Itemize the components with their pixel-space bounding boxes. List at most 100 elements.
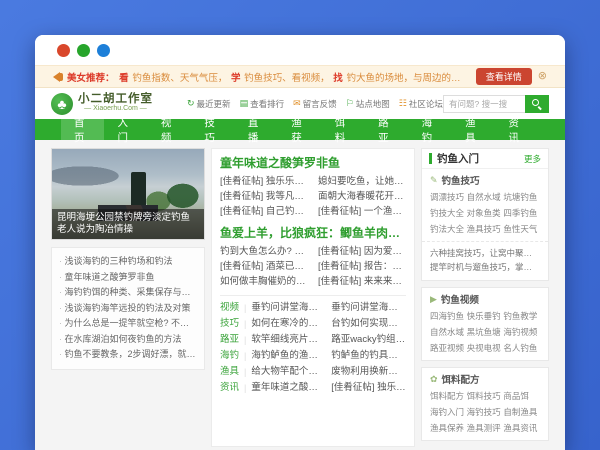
news-link[interactable]: [佳肴征帖] 报告：鱼出锅了... <box>318 259 406 274</box>
nav-item-news[interactable]: 资讯 <box>496 119 539 140</box>
headline-link[interactable]: 在水库湖泊如何夜钓鱼的方法 <box>59 332 197 348</box>
category-label[interactable]: 技巧 <box>220 316 239 332</box>
sidebar-link[interactable]: 对象鱼类 <box>467 207 504 219</box>
headline-link[interactable]: 海钓钓饵的种类、采集保存与水情的运用 <box>59 285 197 301</box>
category-link[interactable]: 给大物竿配个失手环! ... <box>251 364 326 380</box>
category-label[interactable]: 资讯 <box>220 380 239 396</box>
main-navigation: 首页 入门 视频 技巧 直播 渔获 饵料 路亚 海钓 渔具 资讯 <box>35 119 565 140</box>
search-button[interactable] <box>525 95 549 113</box>
sidebar-link[interactable]: 渔具保养 <box>430 422 467 434</box>
news-link[interactable]: [佳肴征帖] 我等凡人上人坑之... <box>220 189 308 204</box>
news-link[interactable]: [佳肴征帖] 自己钓的鱼，就... <box>220 204 308 219</box>
news-headline-1[interactable]: 童年味道之酸笋罗非鱼 <box>220 155 406 171</box>
nav-item-beginner[interactable]: 入门 <box>104 119 147 140</box>
promo-detail-button[interactable]: 查看详情 <box>476 68 532 85</box>
sidebar-link[interactable]: 渔具技巧 <box>467 223 504 235</box>
sidebar-link[interactable]: 自制渔具 <box>503 406 540 418</box>
headline-link[interactable]: 浅谈海钓的三种钓场和钓法 <box>59 254 197 270</box>
sidebar-link[interactable]: 海钓入门 <box>430 406 467 418</box>
category-link[interactable]: 钓鲈鱼的钓具装备选用... <box>331 348 406 364</box>
news-link[interactable]: [佳肴征帖] 来来来，喝完这... <box>318 274 406 289</box>
sidebar-link[interactable]: 黑坑鱼塘 <box>467 326 504 338</box>
sidebar-link[interactable]: 海钓视频 <box>503 326 540 338</box>
news-link[interactable]: 媳妇要吃鱼，让她尝尝新厨艺 <box>318 174 406 189</box>
nav-item-video[interactable]: 视频 <box>148 119 191 140</box>
sidebar-link[interactable]: 鱼性天气 <box>503 223 540 235</box>
headline-link[interactable]: 童年味道之酸笋罗非鱼 <box>59 270 197 286</box>
headline-list: 浅谈海钓的三种钓场和钓法 童年味道之酸笋罗非鱼 海钓钓饵的种类、采集保存与水情的… <box>51 247 205 370</box>
sidebar-link[interactable]: 自然水域 <box>467 191 504 203</box>
category-link[interactable]: 台钓如何实现调四钓二... <box>331 316 406 332</box>
news-link[interactable]: 面朝大海春暖花开，最爱家... <box>318 189 406 204</box>
window-close-button[interactable] <box>57 44 70 57</box>
category-label[interactable]: 海钓 <box>220 348 239 364</box>
sidebar-link[interactable]: 钓技大全 <box>430 207 467 219</box>
more-link[interactable]: 更多 <box>524 153 541 165</box>
sidebar-link[interactable]: 商品饵 <box>503 390 540 402</box>
hot-article-link[interactable]: 六种挂窝技巧，让窝中聚满鱼 <box>430 246 540 260</box>
headline-link[interactable]: 钓鱼不要教条，2步调好漂，就是这么简单 <box>59 347 197 363</box>
sidebar-link[interactable]: 自然水域 <box>430 326 467 338</box>
sidebar-link[interactable]: 四季钓鱼 <box>503 207 540 219</box>
category-link[interactable]: [佳肴征帖] 独乐乐不如... <box>331 380 406 396</box>
news-link[interactable]: [佳肴征帖] 因为爱，我为家... <box>318 244 406 259</box>
sidebar-link[interactable]: 名人钓鱼 <box>503 342 540 354</box>
sidebar-link[interactable]: 饵料技巧 <box>467 390 504 402</box>
header-link-feedback[interactable]: ✉留言反馈 <box>293 98 337 110</box>
nav-item-catch[interactable]: 渔获 <box>278 119 321 140</box>
category-link[interactable]: 软竿细线亮片拟饵路亚... <box>251 332 326 348</box>
sidebar-link[interactable]: 钓鱼教学 <box>503 310 540 322</box>
sidebar-link[interactable]: 渔具测评 <box>467 422 504 434</box>
nav-item-live[interactable]: 直播 <box>235 119 278 140</box>
category-link[interactable]: 垂钓问讲堂海霸王第四... <box>331 300 406 316</box>
category-link[interactable]: 垂钓问讲堂海霸王第五... <box>251 300 326 316</box>
category-link[interactable]: 海钓鲈鱼的渔具、饵料... <box>251 348 326 364</box>
nav-item-skills[interactable]: 技巧 <box>191 119 234 140</box>
category-link[interactable]: 废物利用换新生：小爆... <box>331 364 406 380</box>
category-label[interactable]: 路亚 <box>220 332 239 348</box>
nav-item-lure[interactable]: 路亚 <box>365 119 408 140</box>
sidebar-link[interactable]: 渔具资讯 <box>503 422 540 434</box>
news-link[interactable]: [佳肴征帖] 酒菜已备好，快... <box>220 259 308 274</box>
nav-item-bait[interactable]: 饵料 <box>322 119 365 140</box>
search-icon <box>532 99 539 106</box>
window-minimize-button[interactable] <box>77 44 90 57</box>
category-label[interactable]: 视频 <box>220 300 239 316</box>
sidebar-link[interactable]: 调漂技巧 <box>430 191 467 203</box>
category-link[interactable]: 如何在寒冷的冬天里钓... <box>251 316 326 332</box>
news-link[interactable]: [佳肴征帖] 独乐乐不如众乐乐 <box>220 174 308 189</box>
nav-item-tackle[interactable]: 渔具 <box>452 119 495 140</box>
sidebar-link[interactable]: 海钓技巧 <box>467 406 504 418</box>
sidebar-link[interactable]: 钓法大全 <box>430 223 467 235</box>
news-link[interactable]: [佳肴征帖] 一个渔翁一钓钩... <box>318 204 406 219</box>
sidebar-link[interactable]: 四海钓鱼 <box>430 310 467 322</box>
header-link-forum[interactable]: ☷社区论坛 <box>399 98 443 110</box>
sidebar-link[interactable]: 坑塘钓鱼 <box>503 191 540 203</box>
sidebar-box-video: ▶ 钓鱼视频 四海钓鱼 快乐垂钓 钓鱼教学 自然水域 黑坑鱼塘 海钓视频 路亚视… <box>421 287 549 361</box>
headline-link[interactable]: 为什么总是一提竿就空枪? 不一定是鱼猾 <box>59 316 197 332</box>
header-link-rankings[interactable]: ▤查看排行 <box>240 98 285 110</box>
news-link[interactable]: 钓到大鱼怎么办? 做个酸菜... <box>220 244 308 259</box>
headline-link[interactable]: 浅谈海钓海竿远投的钓法及对策 <box>59 301 197 317</box>
news-link[interactable]: 如何做丰胸催奶的鲫鱼红枣... <box>220 274 308 289</box>
sidebar-link[interactable]: 央视电视 <box>467 342 504 354</box>
hot-article-link[interactable]: 提竿时机与遛鱼技巧，掌握好了才能轻... <box>430 260 540 274</box>
category-link[interactable]: 童年味道之酸笋罗非鱼 <box>251 380 326 396</box>
sidebar-link[interactable]: 快乐垂钓 <box>467 310 504 322</box>
category-link[interactable]: 路亚wacky钓组的配置... <box>331 332 406 348</box>
search-input[interactable] <box>443 95 525 113</box>
nav-item-home[interactable]: 首页 <box>61 119 104 140</box>
nav-item-sea-fishing[interactable]: 海钓 <box>409 119 452 140</box>
promo-close-icon[interactable]: ⊗ <box>538 71 547 82</box>
site-logo[interactable]: ♣ 小二胡工作室 — Xiaoerhu.Com — <box>51 93 153 115</box>
window-maximize-button[interactable] <box>97 44 110 57</box>
sidebar-link[interactable]: 饵料配方 <box>430 390 467 402</box>
sidebar-link[interactable]: 路亚视频 <box>430 342 467 354</box>
header-link-sitemap[interactable]: ⚐站点地图 <box>346 98 390 110</box>
header-link-recent-updates[interactable]: ↻最近更新 <box>187 98 231 110</box>
category-label[interactable]: 渔具 <box>220 364 239 380</box>
flower-icon: ✿ <box>430 374 438 385</box>
feature-photo[interactable]: 昆明海埂公园禁钓牌旁淡定钓鱼 老人说为陶冶情操 <box>51 148 205 240</box>
news-headline-2[interactable]: 鱼爱上羊，比狼疯狂：鲫鱼羊肉汤的做法 <box>220 225 406 241</box>
promo-bar: 美女推荐： 看 钓鱼指数、天气气压， 学 钓鱼技巧、看视频， 找 钓大鱼的场地，… <box>35 65 565 88</box>
